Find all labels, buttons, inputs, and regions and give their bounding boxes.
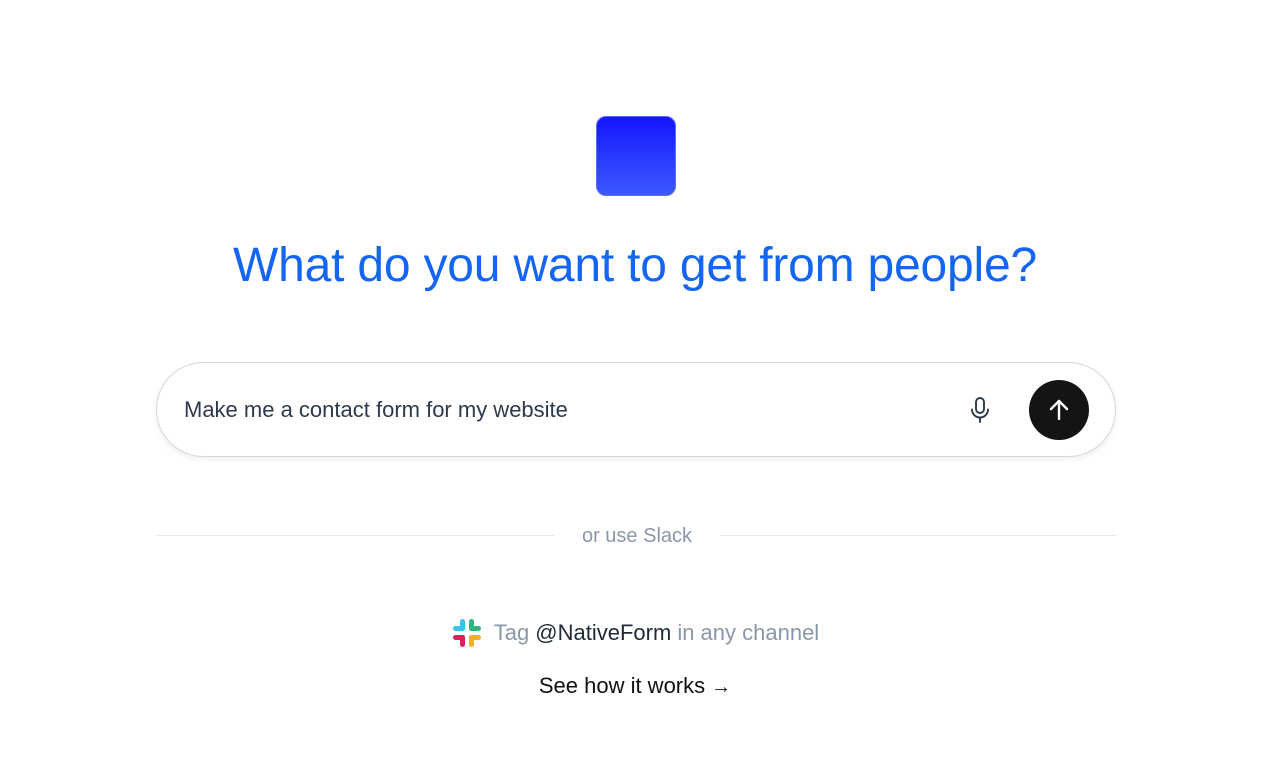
prompt-input[interactable] <box>184 393 924 427</box>
arrow-up-icon <box>1049 399 1069 421</box>
prompt-bar <box>156 362 1116 457</box>
see-how-it-works-link[interactable]: See how it works → <box>0 670 1270 703</box>
divider-line-right <box>720 535 1116 536</box>
page-title: What do you want to get from people? <box>233 239 1037 292</box>
divider-label: or use Slack <box>581 525 693 547</box>
app-logo <box>596 116 676 196</box>
divider-line-left <box>157 535 554 536</box>
slack-hint: Tag @NativeForm in any channel <box>0 616 1270 650</box>
see-how-label: See how it works <box>538 673 706 698</box>
arrow-right-icon: → <box>711 676 732 698</box>
microphone-button[interactable] <box>963 393 997 427</box>
send-button[interactable] <box>1029 380 1089 440</box>
slack-suffix: in any channel <box>677 620 820 645</box>
microphone-icon <box>971 397 989 423</box>
page: What do you want to get from people? or … <box>0 0 1270 760</box>
slack-icon <box>452 619 481 647</box>
divider: or use Slack <box>157 522 1116 550</box>
slack-prefix: Tag <box>493 620 530 645</box>
slack-handle: @NativeForm <box>535 620 672 645</box>
